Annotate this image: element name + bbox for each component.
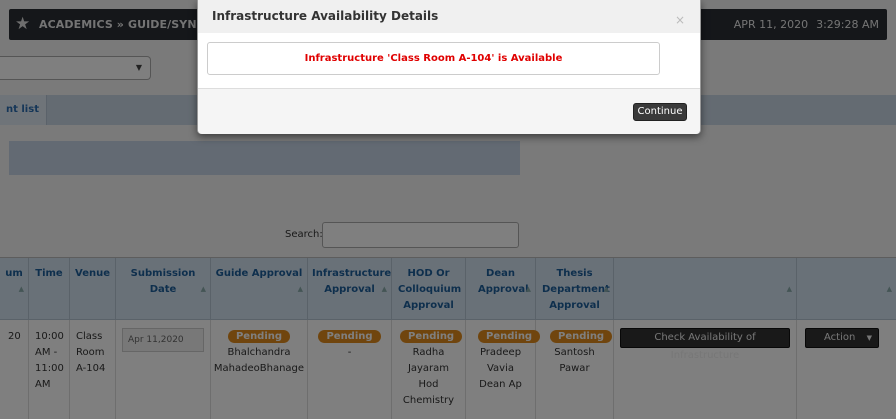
infrastructure-availability-modal: Infrastructure Availability Details × In…: [197, 0, 701, 134]
modal-footer: Continue: [198, 89, 700, 134]
close-icon[interactable]: ×: [675, 14, 685, 26]
modal-title: Infrastructure Availability Details: [212, 9, 439, 23]
message-box: Infrastructure 'Class Room A-104' is Ava…: [207, 42, 660, 75]
modal-body: Infrastructure 'Class Room A-104' is Ava…: [198, 33, 700, 89]
modal-header: Infrastructure Availability Details ×: [198, 0, 700, 33]
continue-button[interactable]: Continue: [633, 103, 687, 121]
availability-message: Infrastructure 'Class Room A-104' is Ava…: [304, 53, 563, 64]
